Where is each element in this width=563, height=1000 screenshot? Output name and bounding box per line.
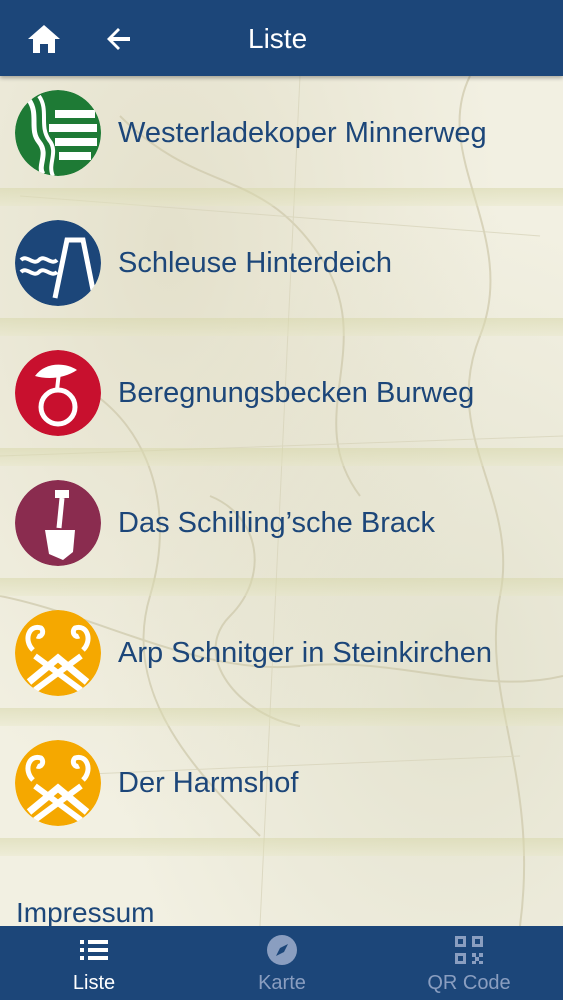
tab-label: Karte <box>258 972 306 994</box>
spade-icon <box>15 480 101 566</box>
list-item[interactable]: Westerladekoper Minnerweg <box>0 76 563 206</box>
divider <box>0 578 563 596</box>
list-item[interactable]: Das Schilling’sche Brack <box>0 466 563 596</box>
list-item[interactable]: Schleuse Hinterdeich <box>0 206 563 336</box>
list-item-label: Arp Schnitger in Steinkirchen <box>118 637 492 669</box>
tab-karte[interactable]: Karte <box>188 926 376 1000</box>
sluice-icon <box>15 220 101 306</box>
tab-liste[interactable]: Liste <box>0 926 188 1000</box>
swan-gable-icon <box>15 740 101 826</box>
qr-code-icon <box>453 934 485 966</box>
list-item[interactable]: Der Harmshof <box>0 726 563 856</box>
swan-gable-icon <box>15 610 101 696</box>
divider <box>0 708 563 726</box>
list-item-label: Der Harmshof <box>118 767 299 799</box>
tab-label: Liste <box>72 972 116 994</box>
arrow-back-icon[interactable] <box>102 22 136 56</box>
home-icon[interactable] <box>26 22 62 56</box>
list-item-label: Schleuse Hinterdeich <box>118 247 393 279</box>
list-item[interactable]: Beregnungsbecken Burweg <box>0 336 563 466</box>
divider <box>0 318 563 336</box>
divider <box>0 188 563 206</box>
tab-label: QR Code <box>427 972 511 994</box>
list-item[interactable]: Arp Schnitger in Steinkirchen <box>0 596 563 726</box>
list-item-label: Beregnungsbecken Burweg <box>118 377 475 409</box>
tab-qr-code[interactable]: QR Code <box>375 926 563 1000</box>
divider <box>0 838 563 856</box>
app-bar: Liste <box>0 0 563 76</box>
list-item-label: Westerladekoper Minnerweg <box>118 117 487 149</box>
page-title: Liste <box>248 23 308 54</box>
compass-icon <box>266 934 298 966</box>
poi-list: Westerladekoper Minnerweg Schleuse Hinte… <box>0 76 563 856</box>
list-item-label: Das Schilling’sche Brack <box>118 507 435 539</box>
divider <box>0 448 563 466</box>
cherry-icon <box>15 350 101 436</box>
dike-path-icon <box>15 90 101 176</box>
bottom-navigation: Liste Karte QR Code <box>0 926 563 1000</box>
list-icon <box>78 934 110 966</box>
